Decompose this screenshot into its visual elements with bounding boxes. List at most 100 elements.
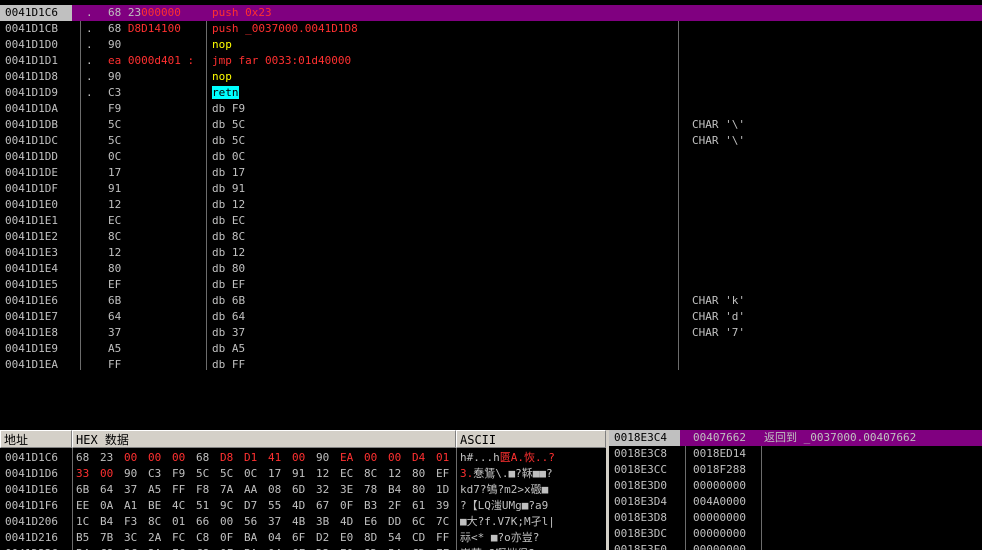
dump-byte[interactable]: 00 (220, 514, 233, 530)
dump-byte[interactable]: C8 (196, 546, 209, 550)
dump-byte[interactable]: A1 (124, 498, 137, 514)
dump-byte[interactable]: 4D (292, 498, 305, 514)
dump-byte[interactable]: EA (340, 450, 353, 466)
dump-byte[interactable]: B4 (76, 546, 89, 550)
dump-byte[interactable]: B3 (364, 498, 377, 514)
dump-byte[interactable]: 54 (388, 530, 401, 546)
disasm-row[interactable]: 0041D1D8. 90 nop (0, 69, 982, 85)
dump-byte[interactable]: 90 (124, 466, 137, 482)
disasm-row[interactable]: 0041D1E1 EC db EC (0, 213, 982, 229)
dump-byte[interactable]: 8C (364, 466, 377, 482)
disasm-row[interactable]: 0041D1D1. ea 0000d401 : jmp far 0033:01d40… (0, 53, 982, 69)
dump-row[interactable]: 0041D226 B4 C8 3C 2A FC C8 0F BA 04 6F D2 E0 8D 54 CD FF… (0, 546, 606, 550)
stack-row[interactable]: 0018E3CC 0018F288 (609, 462, 982, 478)
disasm-row[interactable]: 0041D1D0. 90 nop (0, 37, 982, 53)
dump-byte[interactable]: C8 (196, 530, 209, 546)
dump-byte[interactable]: 01 (436, 450, 449, 466)
dump-byte[interactable]: 12 (316, 466, 329, 482)
dump-byte[interactable]: C8 (100, 546, 113, 550)
dump-byte[interactable]: 00 (100, 466, 113, 482)
disasm-row[interactable]: 0041D1D9. C3 retn (0, 85, 982, 101)
dump-byte[interactable]: 1C (76, 514, 89, 530)
dump-byte[interactable]: 33 (76, 466, 89, 482)
dump-byte[interactable]: 91 (292, 466, 305, 482)
dump-byte[interactable]: 4C (172, 498, 185, 514)
stack-row[interactable]: 0018E3DC 00000000 (609, 526, 982, 542)
dump-byte[interactable]: 01 (172, 514, 185, 530)
dump-byte[interactable]: FC (172, 546, 185, 550)
dump-byte[interactable]: 6D (292, 482, 305, 498)
dump-byte[interactable]: B4 (100, 514, 113, 530)
dump-row[interactable]: 0041D216 B5 7B 3C 2A FC C8 0F BA 04 6F D2 E0 8D 54 CD FF… (0, 530, 606, 546)
dump-byte[interactable]: B5 (76, 530, 89, 546)
dump-byte[interactable]: 0C (244, 466, 257, 482)
dump-byte[interactable]: 67 (316, 498, 329, 514)
dump-byte[interactable]: 0F (220, 546, 233, 550)
dump-byte[interactable]: FF (172, 482, 185, 498)
dump-byte[interactable]: 6F (292, 546, 305, 550)
dump-byte[interactable]: EE (76, 498, 89, 514)
dump-byte[interactable]: EC (340, 466, 353, 482)
dump-byte[interactable]: 68 (76, 450, 89, 466)
dump-byte[interactable]: 41 (268, 450, 281, 466)
disasm-row[interactable]: 0041D1E0 12 db 12 (0, 197, 982, 213)
dump-byte[interactable]: AA (244, 482, 257, 498)
dump-header-address[interactable]: 地址 (0, 430, 72, 448)
dump-byte[interactable]: D8 (220, 450, 233, 466)
dump-byte[interactable]: D2 (316, 530, 329, 546)
stack-pane[interactable]: 0018E3C4 00407662 返回到 _0037000.00407662 001… (609, 430, 982, 550)
dump-byte[interactable]: 17 (268, 466, 281, 482)
dump-byte[interactable]: A5 (148, 482, 161, 498)
dump-byte[interactable]: FC (172, 530, 185, 546)
dump-byte[interactable]: 00 (364, 450, 377, 466)
dump-byte[interactable]: 3C (124, 546, 137, 550)
disasm-row[interactable]: 0041D1E4 80 db 80 (0, 261, 982, 277)
dump-byte[interactable]: 00 (388, 450, 401, 466)
stack-row[interactable]: 0018E3D8 00000000 (609, 510, 982, 526)
disasm-row[interactable]: 0041D1E2 8C db 8C (0, 229, 982, 245)
dump-byte[interactable]: DD (388, 514, 401, 530)
dump-byte[interactable]: 0F (220, 530, 233, 546)
dump-byte[interactable]: 3E (340, 482, 353, 498)
dump-byte[interactable]: C3 (148, 466, 161, 482)
dump-byte[interactable]: 32 (316, 482, 329, 498)
dump-byte[interactable]: BE (148, 498, 161, 514)
dump-byte[interactable]: E0 (340, 530, 353, 546)
dump-byte[interactable]: EF (436, 466, 449, 482)
dump-byte[interactable]: 51 (196, 498, 209, 514)
dump-byte[interactable]: BA (244, 546, 257, 550)
dump-byte[interactable]: F3 (124, 514, 137, 530)
dump-byte[interactable]: 90 (316, 450, 329, 466)
disasm-row[interactable]: 0041D1DC 5C db 5C CHAR '\' (0, 133, 982, 149)
dump-byte[interactable]: FF (436, 546, 449, 550)
dump-byte[interactable]: 04 (268, 530, 281, 546)
dump-byte[interactable]: 1D (436, 482, 449, 498)
dump-byte[interactable]: CD (412, 546, 425, 550)
disasm-row[interactable]: 0041D1CB. 68 D8D14100 push _0037000.0041D1… (0, 21, 982, 37)
dump-byte[interactable]: 56 (244, 514, 257, 530)
dump-header-ascii[interactable]: ASCII (456, 430, 606, 448)
disasm-row[interactable]: 0041D1DD 0C db 0C (0, 149, 982, 165)
dump-byte[interactable]: CD (412, 530, 425, 546)
dump-byte[interactable]: FF (436, 530, 449, 546)
disasm-row[interactable]: 0041D1E3 12 db 12 (0, 245, 982, 261)
dump-byte[interactable]: 4D (340, 514, 353, 530)
dump-byte[interactable]: 00 (292, 450, 305, 466)
dump-byte[interactable]: 2F (388, 498, 401, 514)
dump-row[interactable]: 0041D1C6 68 23 00 00 00 68 D8 D1 41 00 90 EA 00 00 D4 01… (0, 450, 606, 466)
dump-byte[interactable]: 61 (412, 498, 425, 514)
disassembly-pane[interactable]: 0041D1C6. 68 23000000 push 0x23 0041D1CB. 68… (0, 5, 982, 370)
dump-byte[interactable]: 7A (220, 482, 233, 498)
dump-byte[interactable]: 6F (292, 530, 305, 546)
dump-byte[interactable]: 8C (148, 514, 161, 530)
disasm-row[interactable]: 0041D1DE 17 db 17 (0, 165, 982, 181)
dump-byte[interactable]: 6C (412, 514, 425, 530)
dump-row[interactable]: 0041D1D6 33 00 90 C3 F9 5C 5C 0C 17 91 12 EC 8C 12 80 EF… (0, 466, 606, 482)
disasm-row[interactable]: 0041D1DF 91 db 91 (0, 181, 982, 197)
memory-dump-pane[interactable]: 地址 HEX 数据 ASCII 0041D1C6 68 23 00 00 00 68 D8 D1… (0, 430, 606, 550)
dump-byte[interactable]: 7C (436, 514, 449, 530)
dump-byte[interactable]: 64 (100, 482, 113, 498)
dump-row[interactable]: 0041D1F6 EE 0A A1 BE 4C 51 9C D7 55 4D 67 0F B3 2F 61 39… (0, 498, 606, 514)
dump-row[interactable]: 0041D206 1C B4 F3 8C 01 66 00 56 37 4B 3B 4D E6 DD 6C 7C… (0, 514, 606, 530)
dump-byte[interactable]: 37 (124, 482, 137, 498)
